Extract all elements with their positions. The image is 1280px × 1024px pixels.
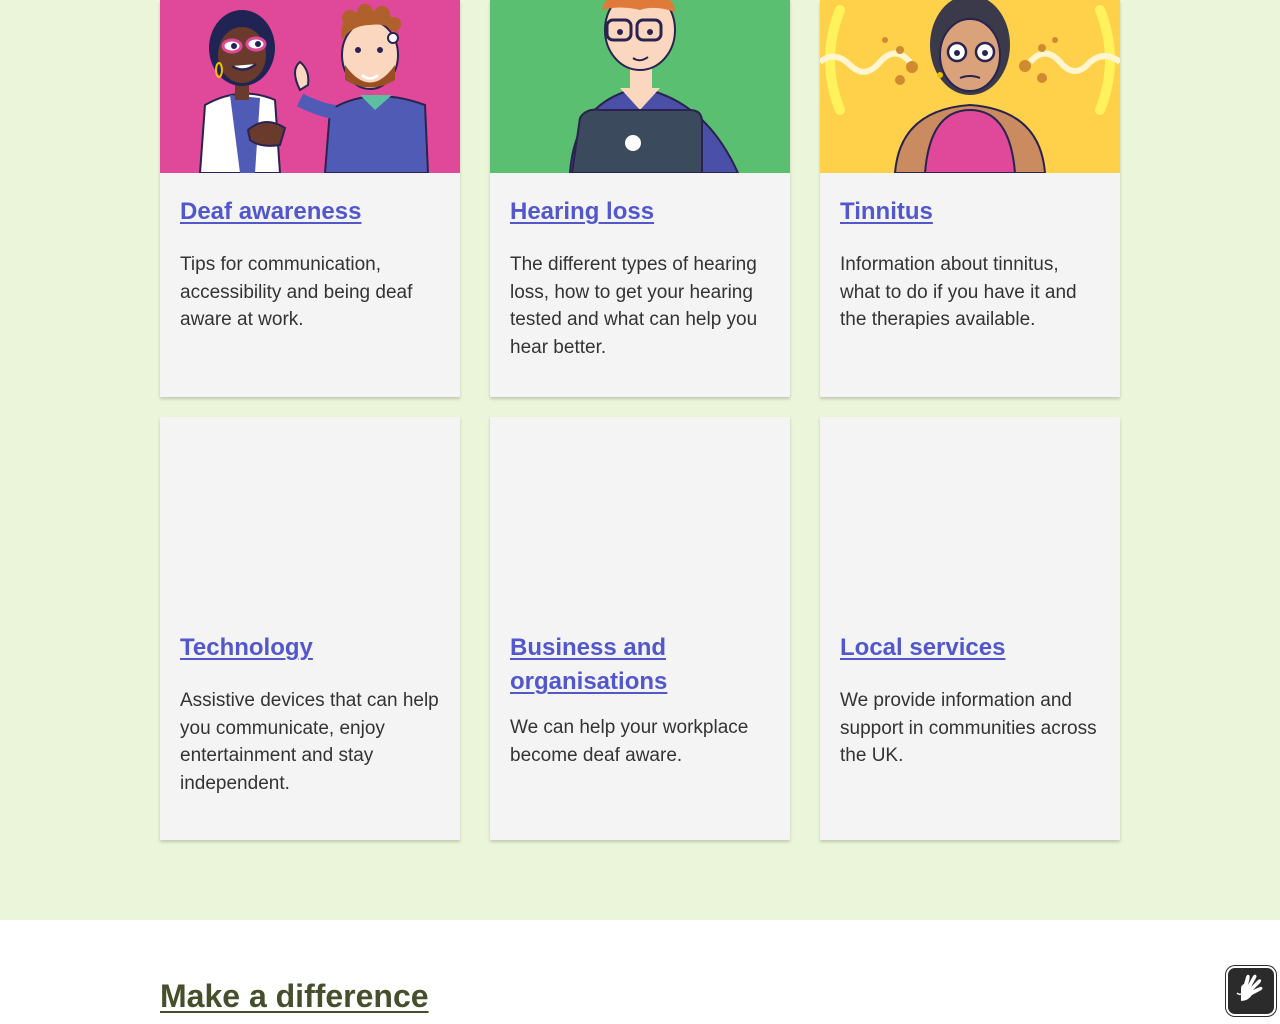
technology-link[interactable]: Technology	[180, 634, 313, 661]
card-title[interactable]: Local services	[840, 631, 1100, 665]
business-and-organisations-link[interactable]: Business and organisations	[510, 634, 667, 695]
card-local-services: Local services We provide information an…	[820, 417, 1120, 840]
hearing-loss-link[interactable]: Hearing loss	[510, 198, 654, 225]
tinnitus-link[interactable]: Tinnitus	[840, 198, 933, 225]
card-deaf-awareness: Deaf awareness Tips for communication, a…	[160, 0, 460, 397]
local-services-link[interactable]: Local services	[840, 634, 1005, 661]
card-title[interactable]: Tinnitus	[840, 195, 1100, 229]
card-description: Assistive devices that can help you comm…	[180, 690, 439, 794]
deaf-awareness-link[interactable]: Deaf awareness	[180, 198, 361, 225]
card-image-placeholder	[490, 417, 790, 631]
woman-with-tinnitus-illustration	[820, 0, 1120, 173]
make-a-difference-link[interactable]: Make a difference	[160, 978, 429, 1014]
sign-language-button[interactable]	[1226, 966, 1276, 1016]
card-description: The different types of hearing loss, how…	[510, 254, 758, 358]
card-tinnitus: Tinnitus Information about tinnitus, wha…	[820, 0, 1120, 397]
sign-language-icon	[1233, 971, 1269, 1012]
man-with-laptop-illustration	[490, 0, 790, 173]
card-title[interactable]: Business and organisations	[510, 631, 770, 699]
card-hearing-loss: Hearing loss The different types of hear…	[490, 0, 790, 397]
two-people-thumbs-up-illustration	[160, 0, 460, 173]
card-image-placeholder	[160, 417, 460, 631]
card-description: Tips for communication, accessibility an…	[180, 254, 413, 330]
card-business-and-organisations: Business and organisations We can help y…	[490, 417, 790, 840]
card-description: Information about tinnitus, what to do i…	[840, 254, 1077, 330]
card-image-placeholder	[820, 417, 1120, 631]
card-title[interactable]: Hearing loss	[510, 195, 770, 229]
card-technology: Technology Assistive devices that can he…	[160, 417, 460, 840]
card-title[interactable]: Deaf awareness	[180, 195, 440, 229]
section-title[interactable]: Make a difference	[160, 978, 429, 1015]
card-title[interactable]: Technology	[180, 631, 440, 665]
card-description: We provide information and support in co…	[840, 690, 1097, 766]
card-description: We can help your workplace become deaf a…	[510, 717, 749, 766]
